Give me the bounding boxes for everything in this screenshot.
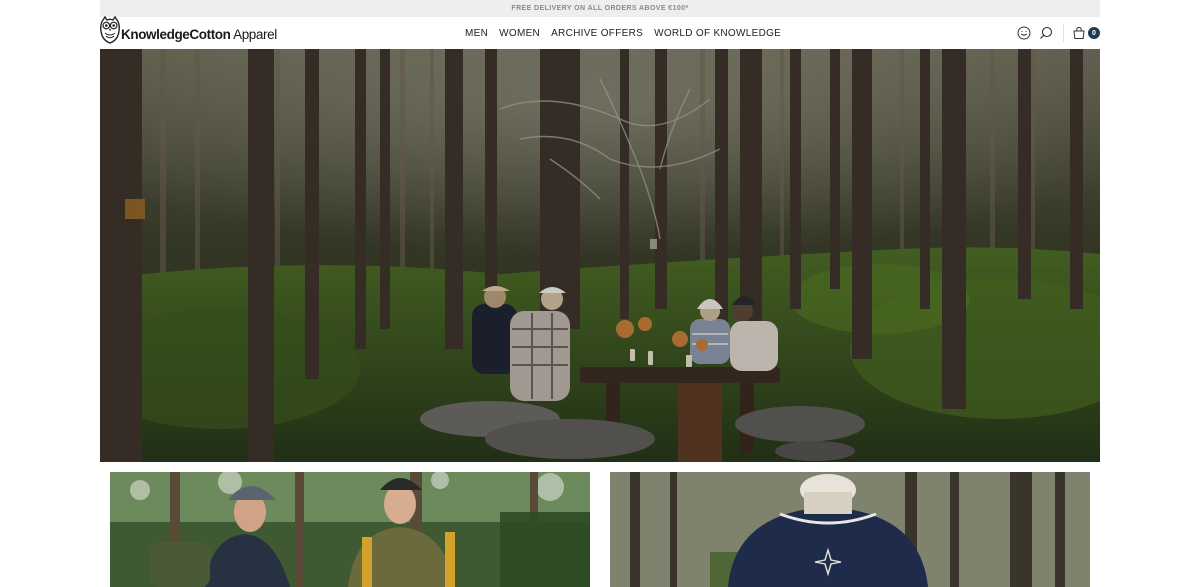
site-header: KnowledgeCotton Apparel MEN WOMEN ARCHIV… — [100, 16, 1100, 49]
shopping-bag-icon — [1073, 26, 1085, 39]
cart-count-badge: 0 — [1088, 27, 1100, 39]
smiley-face-icon — [1017, 26, 1031, 40]
header-divider — [1063, 24, 1064, 42]
main-nav: MEN WOMEN ARCHIVE OFFERS WORLD OF KNOWLE… — [465, 17, 781, 49]
hero-image — [100, 49, 1100, 462]
nav-item-women[interactable]: WOMEN — [499, 28, 540, 39]
page: FREE DELIVERY ON ALL ORDERS ABOVE €100* … — [100, 0, 1100, 587]
cart-button[interactable] — [1068, 22, 1090, 44]
announcement-text: FREE DELIVERY ON ALL ORDERS ABOVE €100* — [511, 5, 689, 12]
logo-brand-bold: KnowledgeCotton — [121, 27, 231, 42]
owl-logo-icon — [100, 16, 120, 44]
search-icon — [1040, 26, 1053, 39]
search-button[interactable] — [1035, 22, 1057, 44]
promo-image-right — [610, 472, 1090, 587]
hero-banner[interactable] — [100, 49, 1100, 462]
nav-item-archive-offers[interactable]: ARCHIVE OFFERS — [551, 28, 643, 39]
logo[interactable]: KnowledgeCotton Apparel — [100, 12, 277, 44]
promo-card-right[interactable] — [610, 472, 1090, 587]
header-actions: 0 — [1013, 17, 1100, 49]
nav-item-world-of-knowledge[interactable]: WORLD OF KNOWLEDGE — [654, 28, 781, 39]
promo-image-left — [110, 472, 590, 587]
logo-wordmark: KnowledgeCotton Apparel — [121, 27, 277, 44]
nav-item-men[interactable]: MEN — [465, 28, 488, 39]
logo-brand-regular: Apparel — [230, 27, 277, 42]
promo-card-left[interactable] — [110, 472, 590, 587]
account-button[interactable] — [1013, 22, 1035, 44]
